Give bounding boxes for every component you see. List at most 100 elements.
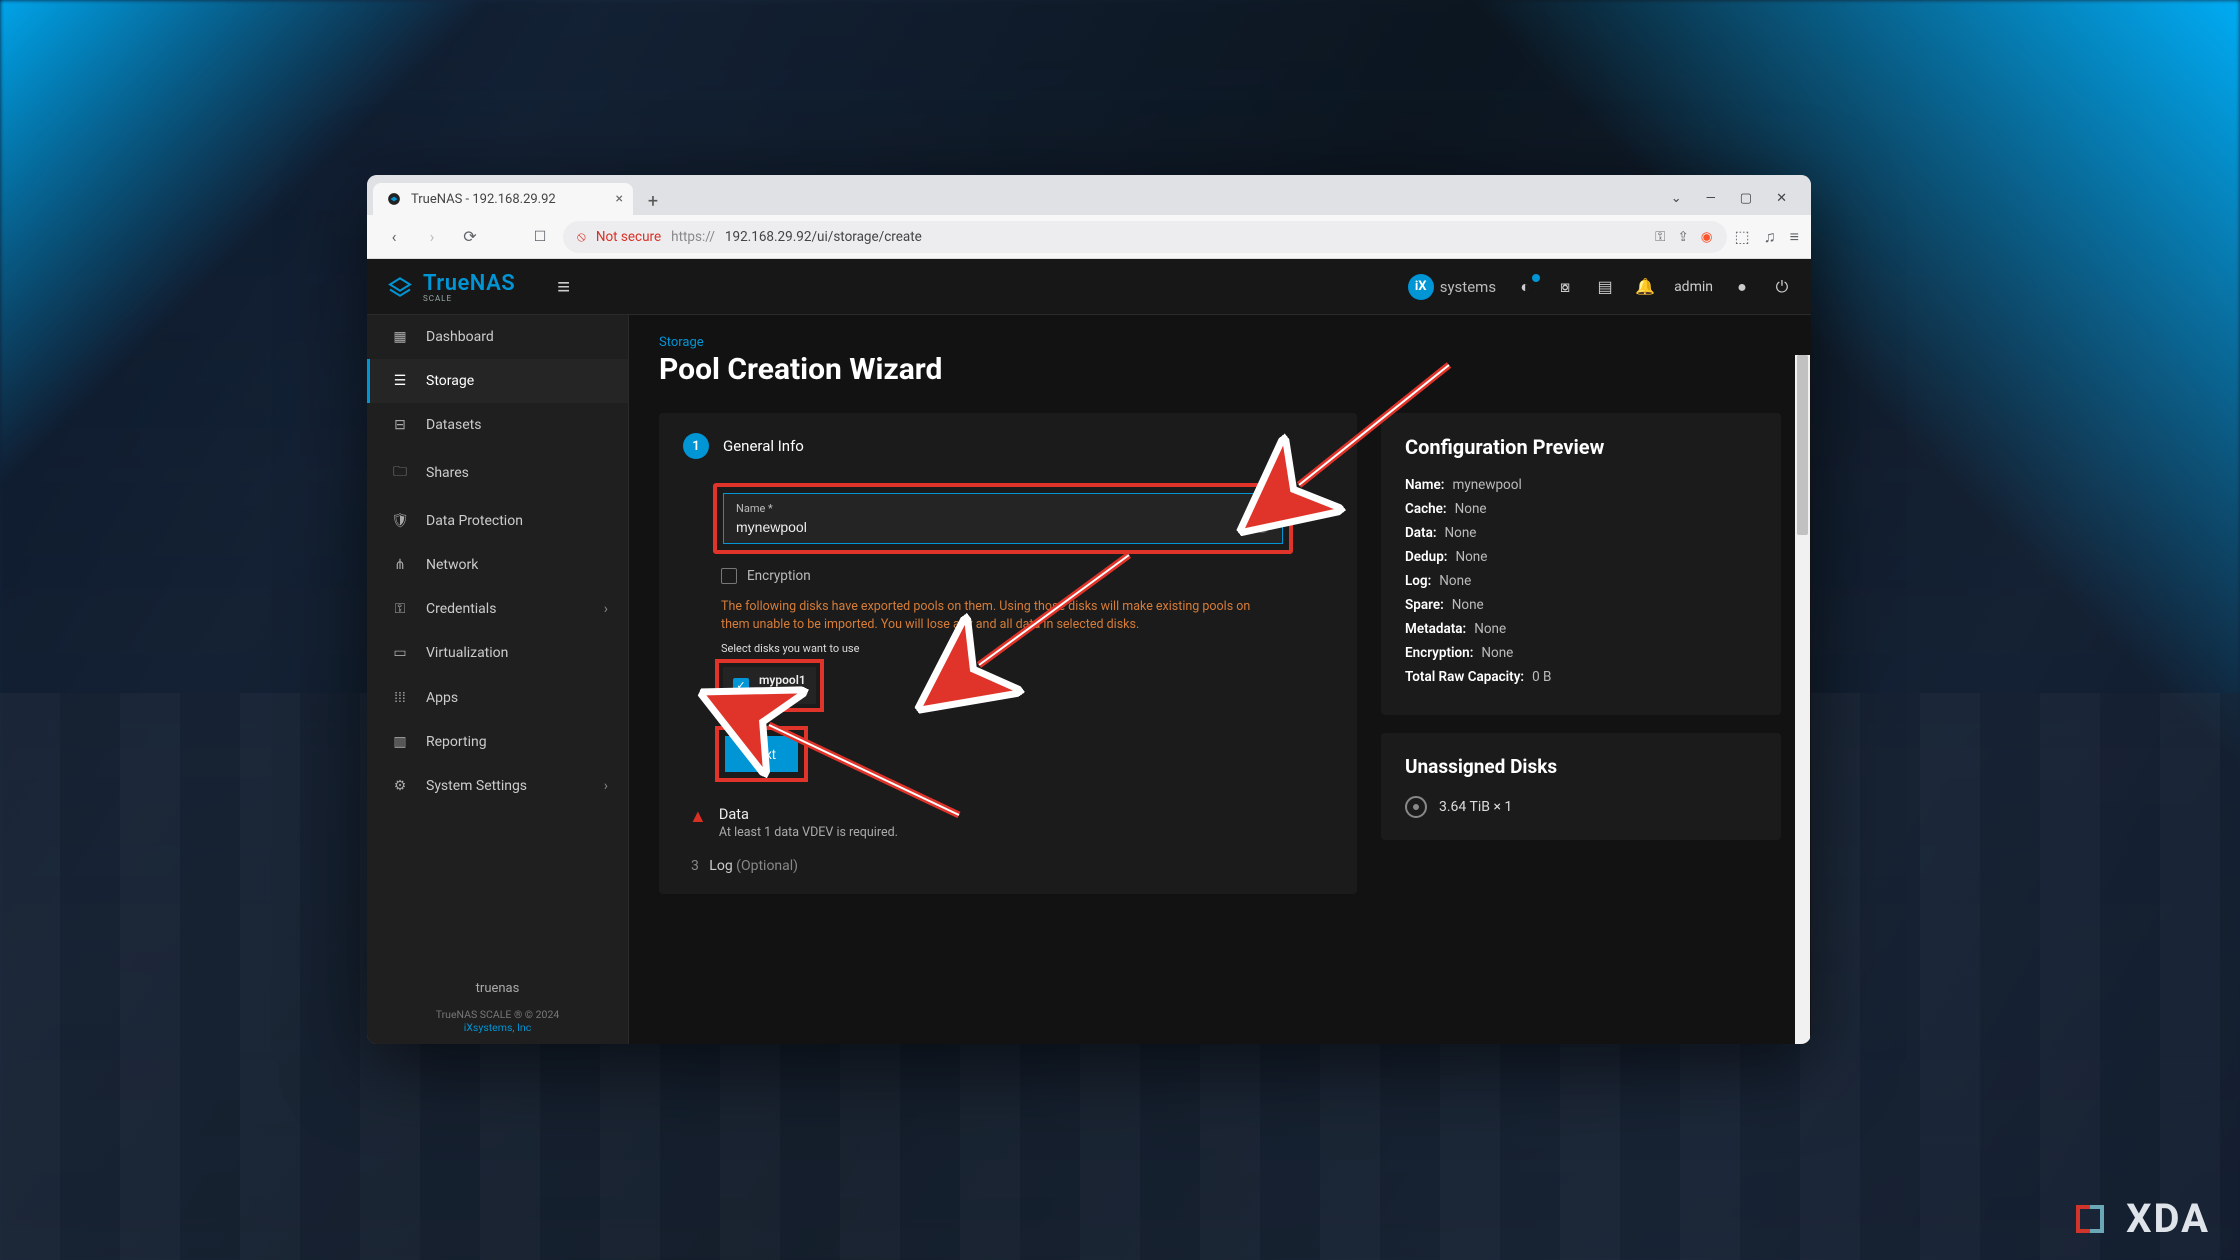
scrollbar-track[interactable] [1795,355,1810,1044]
browser-tab-active[interactable]: TrueNAS - 192.168.29.92 × [373,183,633,215]
back-button[interactable]: ‹ [379,222,409,252]
prev-val: None [1474,621,1506,637]
encryption-row[interactable]: Encryption [721,568,1333,584]
prev-key: Log: [1405,573,1431,589]
truenas-icon [385,272,415,302]
close-tab-icon[interactable]: × [616,191,623,207]
step3-number: 3 [691,858,699,874]
sidebar-item-label: Virtualization [426,645,508,661]
sidebar-item-datasets[interactable]: ⊟ Datasets [367,403,628,447]
config-preview-card: Configuration Preview Name:mynewpool Cac… [1381,413,1781,715]
chevron-right-icon: › [604,778,608,794]
prev-key: Spare: [1405,597,1444,613]
shield-icon: 🛡 [390,513,410,529]
address-bar: ‹ › ⟳ ☐ ⦸ Not secure https://192.168.29.… [367,215,1811,259]
step-log: 3 Log (Optional) [691,858,1333,874]
sidebar-item-label: Data Protection [426,513,523,529]
sidebar-item-dashboard[interactable]: ▦Dashboard [367,315,628,359]
prev-key: Metadata: [1405,621,1466,637]
disk-name: mypool1 [759,673,806,687]
sidebar-item-label: Shares [426,465,469,481]
next-button[interactable]: Next [725,736,798,772]
sidebar-item-network[interactable]: ⋔Network [367,543,628,587]
brand-logo[interactable]: TrueNAS SCALE [385,271,515,303]
select-disks-label: Select disks you want to use [721,642,1333,655]
media-icon[interactable]: ♫ [1764,227,1776,247]
chevron-down-icon[interactable]: ⌄ [1671,191,1682,206]
scrollbar-thumb[interactable] [1797,355,1808,535]
sidebar-item-label: Network [426,557,478,573]
prev-val: None [1452,597,1484,613]
url-field[interactable]: ⦸ Not secure https://192.168.29.92/ui/st… [563,221,1727,253]
clipboard-icon[interactable]: ▤ [1594,276,1616,298]
disk-checkbox[interactable]: ✓ [733,678,749,694]
ix-icon: iX [1408,274,1434,300]
brave-shield-icon[interactable]: ◉ [1701,229,1713,245]
sidebar-item-credentials[interactable]: ⚿Credentials› [367,587,628,631]
tab-bar: TrueNAS - 192.168.29.92 × + ⌄ — ▢ ✕ [367,175,1811,215]
clear-input-icon[interactable]: × [1254,517,1270,533]
sidebar-item-apps[interactable]: ⁞⁞⁞Apps [367,675,628,720]
sidebar-item-label: Apps [426,690,458,706]
power-icon[interactable]: ⏻ [1771,276,1793,298]
prev-val: None [1445,525,1477,541]
account-icon[interactable]: ● [1731,276,1753,298]
chevron-right-icon: › [604,601,608,617]
close-window-icon[interactable]: ✕ [1776,191,1787,206]
warning-icon: ▲ [689,806,707,827]
encryption-label: Encryption [747,568,811,584]
key-icon: ⚿ [390,601,410,617]
truenas-app: TrueNAS SCALE ≡ iX systems ◐ ⧇ ▤ 🔔 admin… [367,259,1811,1044]
maximize-icon[interactable]: ▢ [1740,191,1752,206]
minimize-icon[interactable]: — [1706,191,1716,206]
disk-warning: The following disks have exported pools … [721,598,1281,634]
key-icon[interactable]: ⚿ [1655,229,1665,245]
main-content: Storage Pool Creation Wizard 1 General I… [629,315,1811,1044]
dashboard-icon: ▦ [390,329,410,345]
prev-key: Data: [1405,525,1437,541]
bell-icon[interactable]: 🔔 [1634,276,1656,298]
truenas-favicon [387,192,401,206]
not-secure-icon: ⦸ [577,229,586,245]
forward-button[interactable]: › [417,222,447,252]
hamburger-icon[interactable]: ≡ [557,274,570,300]
footer-user: truenas [377,981,618,996]
name-input[interactable] [736,515,1254,535]
cube-icon[interactable]: ⧇ [1554,276,1576,298]
footer-company[interactable]: iXsystems, Inc [377,1021,618,1034]
header-user: admin [1674,279,1713,295]
share-icon[interactable]: ⇪ [1677,229,1688,245]
sidebar-item-shares[interactable]: 🗀Shares [367,447,628,499]
sidebar-item-system-settings[interactable]: ⚙System Settings› [367,764,628,808]
extensions-icon[interactable]: ⬚ [1735,227,1750,246]
sidebar-item-data-protection[interactable]: 🛡 Data Protection [367,499,628,543]
disk-sub: sdb [759,687,806,698]
sidebar: ▦Dashboard ☰Storage ⊟ Datasets 🗀Shares 🛡 D… [367,315,629,1044]
sidebar-item-label: Reporting [426,734,487,750]
status-icon[interactable]: ◐ [1514,276,1536,298]
gear-icon: ⚙ [390,778,410,794]
laptop-icon: ▭ [390,645,410,661]
bookmark-icon[interactable]: ☐ [525,222,555,252]
sidebar-item-label: Datasets [426,417,481,433]
highlight-name-field: Name * × [713,483,1293,554]
storage-icon: ☰ [390,373,410,389]
step3-optional: (Optional) [736,858,798,874]
sidebar-footer: truenas TrueNAS SCALE ® © 2024 iXsystems… [367,971,628,1044]
reload-button[interactable]: ⟳ [455,222,485,252]
ix-text: systems [1440,278,1496,296]
breadcrumb[interactable]: Storage [659,335,1781,350]
new-tab-button[interactable]: + [639,187,667,215]
unassigned-disks-card: Unassigned Disks 3.64 TiB × 1 [1381,733,1781,840]
highlight-next-button: Next [715,726,808,782]
ixsystems-logo[interactable]: iX systems [1408,274,1496,300]
disk-chip[interactable]: ✓ mypool1 sdb [723,667,816,704]
sidebar-item-reporting[interactable]: ▥Reporting [367,720,628,764]
datasets-icon: ⊟ [390,417,410,433]
menu-icon[interactable]: ≡ [1790,227,1799,247]
xda-watermark: XDA [2076,1195,2210,1242]
sidebar-item-virtualization[interactable]: ▭ Virtualization [367,631,628,675]
sidebar-item-storage[interactable]: ☰Storage [367,359,628,403]
prev-val: 0 B [1532,669,1551,685]
encryption-checkbox[interactable] [721,568,737,584]
